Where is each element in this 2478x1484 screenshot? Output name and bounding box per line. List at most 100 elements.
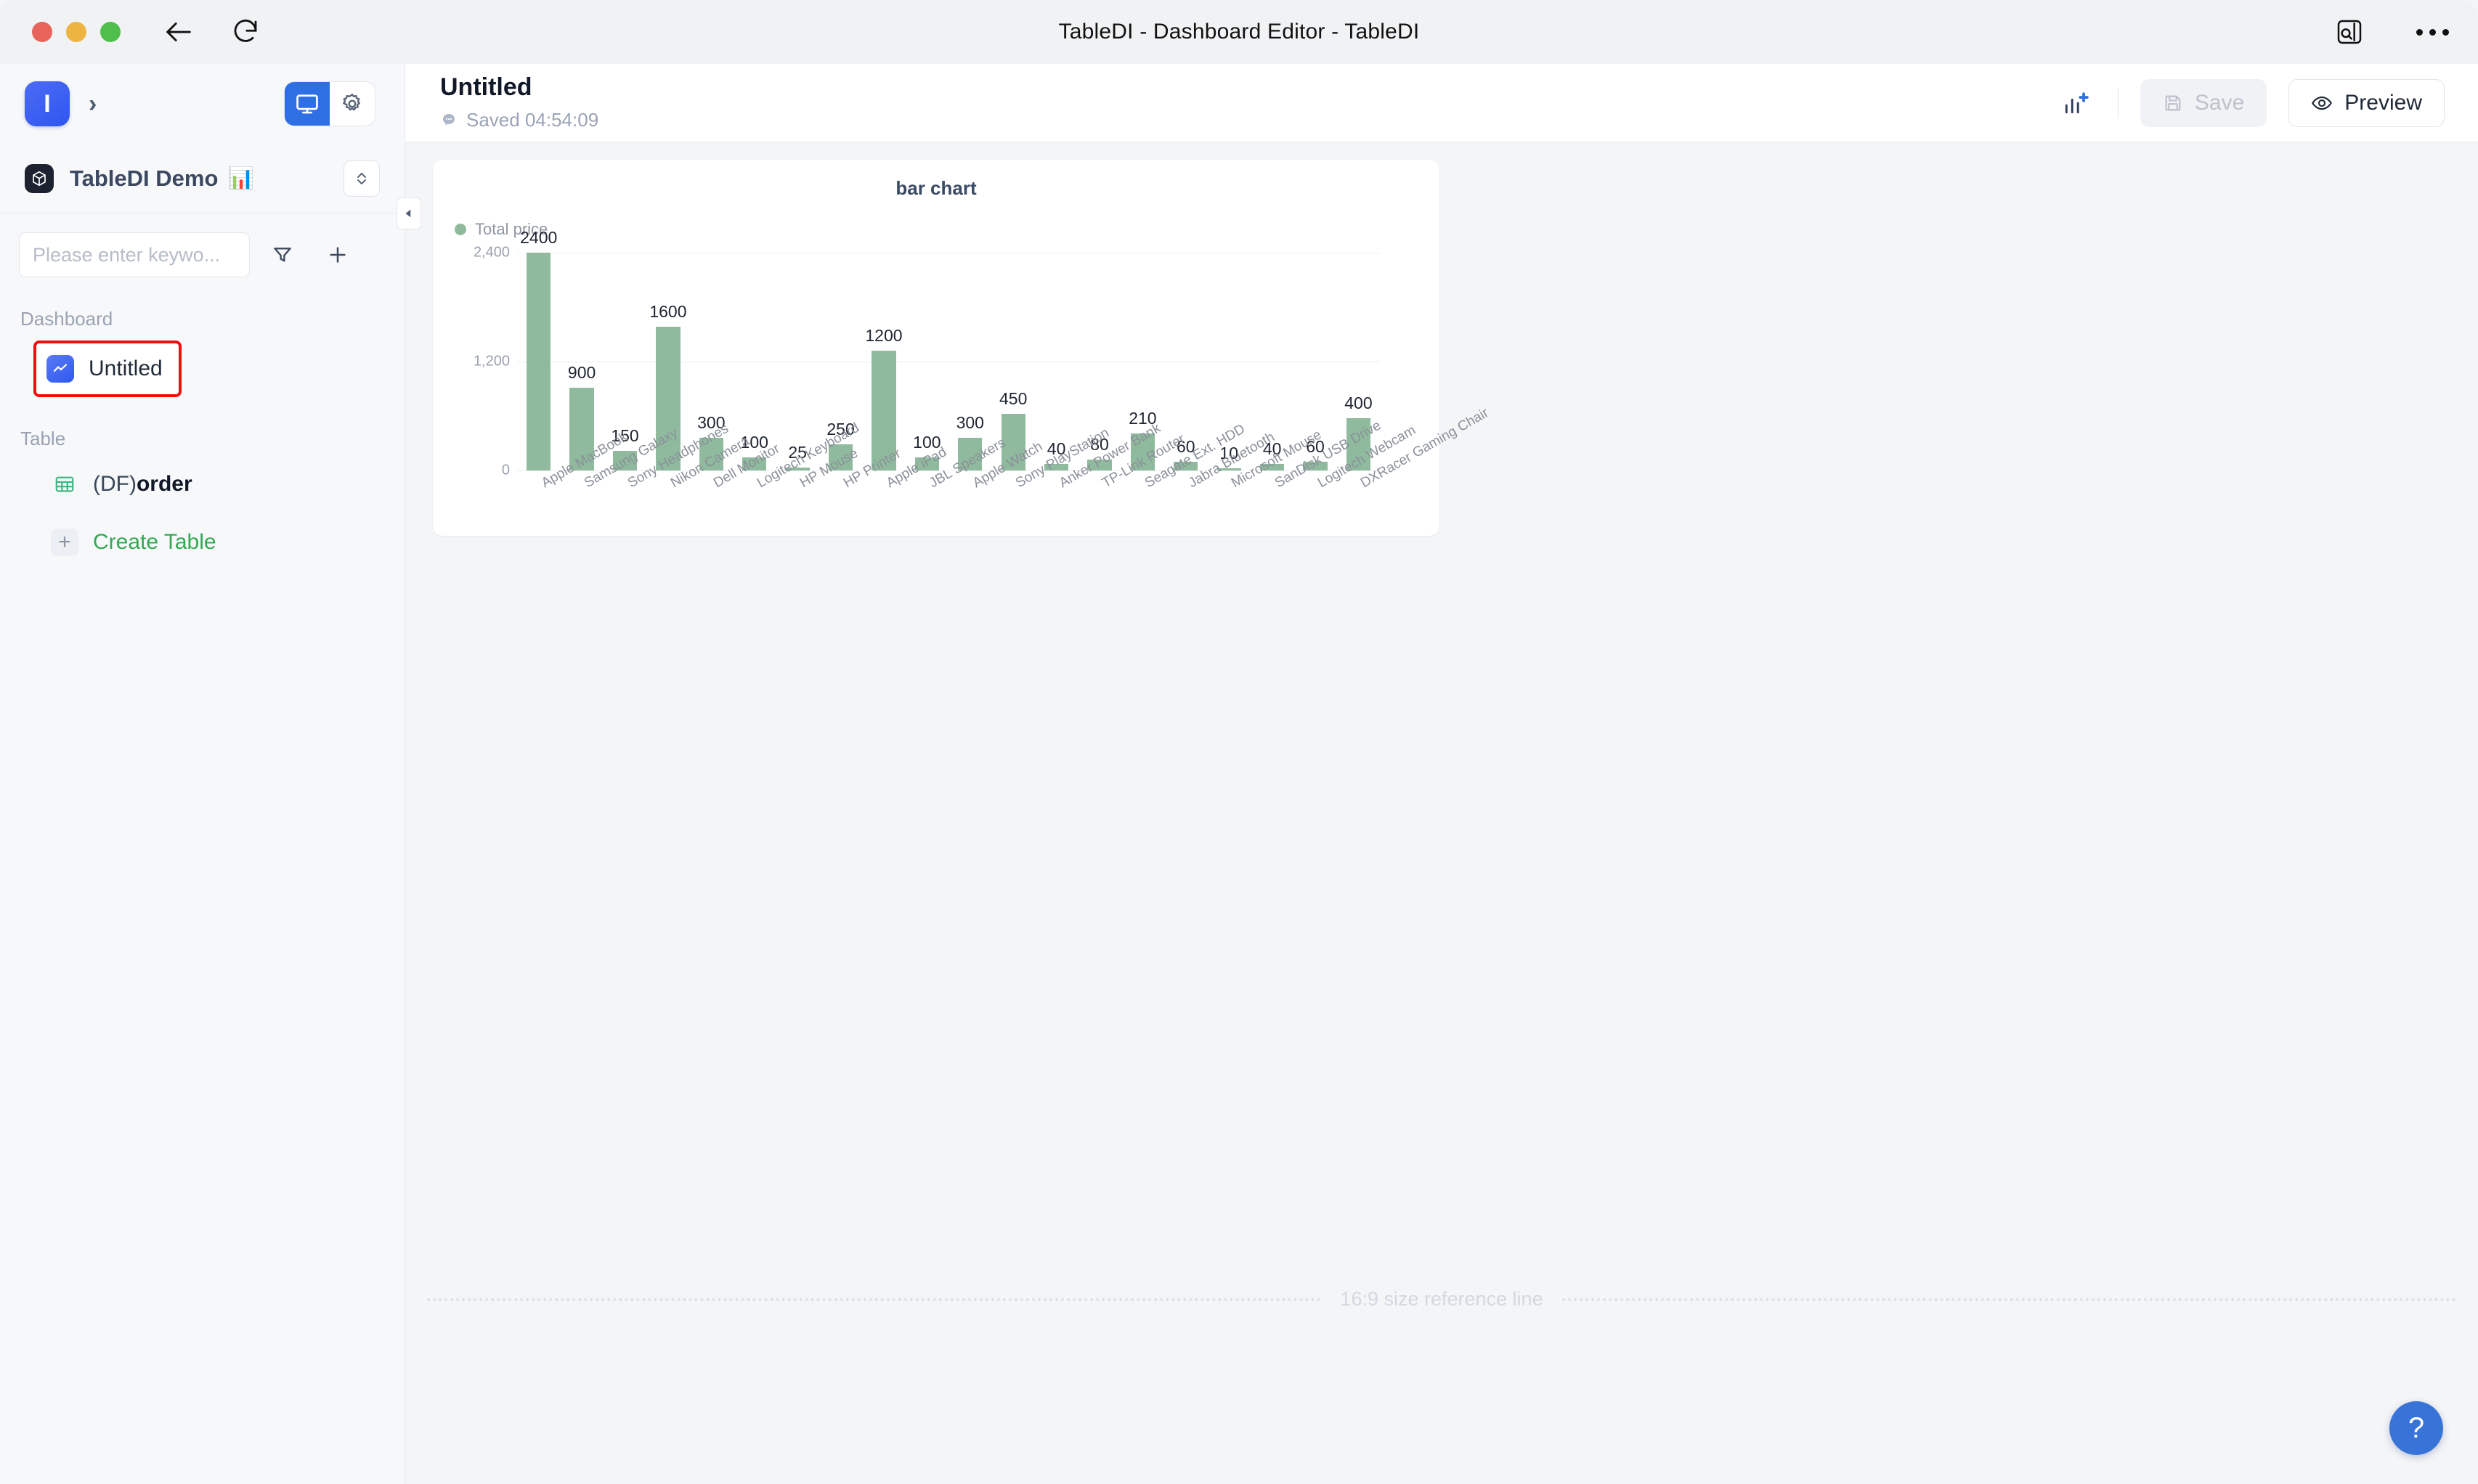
df-prefix-label: (DF) [93, 472, 137, 496]
window-title: TableDI - Dashboard Editor - TableDI [1058, 20, 1420, 44]
sidebar-item-untitled-dashboard[interactable]: Untitled [33, 341, 182, 397]
x-axis-tick: Sony Headphones [604, 421, 731, 558]
window-chrome-actions [2331, 0, 2449, 64]
chart-bar[interactable]: 1200 [862, 253, 905, 470]
x-axis-tick: Apple MacBook [517, 429, 630, 558]
sidebar: I › TableDI Demo 📊 Please enter keywo...… [0, 64, 405, 1484]
create-table-label: Create Table [93, 530, 216, 554]
app-body: I › TableDI Demo 📊 Please enter keywo...… [0, 64, 2478, 1484]
bar-value-label: 900 [567, 363, 596, 382]
x-axis-tick: TP-Link Router [1078, 431, 1187, 558]
plus-icon[interactable] [315, 232, 360, 277]
sidebar-search-row [0, 213, 405, 277]
chart-line-icon [46, 355, 74, 383]
more-options-icon[interactable] [2416, 28, 2449, 36]
filter-icon[interactable] [260, 232, 305, 277]
x-axis-tick: Anker Power Bank [1035, 420, 1163, 558]
y-axis-tick: 0 [501, 462, 510, 478]
dashboard-canvas[interactable]: bar chart Total price 0 1,200 2,400 2400 90… [405, 142, 2478, 1484]
bar-chart-emoji-icon: 📊 [228, 166, 255, 190]
chevron-right-icon[interactable]: › [89, 91, 97, 116]
x-axis-tick: JBL Speakers [906, 435, 1008, 558]
preview-button[interactable]: Preview [2288, 78, 2445, 127]
header-divider [2117, 87, 2119, 118]
saved-status: Saved 04:54:09 [440, 109, 598, 131]
saved-text: Saved 04:54:09 [466, 108, 599, 131]
search-box [19, 232, 250, 277]
y-axis-tick: 1,200 [473, 353, 510, 370]
workspace-avatar[interactable]: I [25, 81, 70, 126]
x-axis-tick: Sony PlayStation [991, 425, 1112, 558]
x-axis-tick: HP Printer [819, 446, 903, 558]
cube-icon [25, 163, 54, 193]
x-axis-tick: Microsoft Mouse [1208, 427, 1324, 558]
project-name: TableDI Demo [70, 165, 219, 191]
reference-dash-left [427, 1297, 1322, 1301]
chart-bars: 2400 900 150 1600 300 100 25 250 1200 100 300 450 40… [517, 228, 1380, 470]
eye-icon [2312, 96, 2333, 110]
project-row[interactable]: TableDI Demo 📊 [0, 144, 405, 213]
add-chart-icon[interactable] [2055, 83, 2096, 123]
chart-bar[interactable]: 100 [906, 253, 948, 470]
bar-value-label: 2400 [520, 228, 558, 247]
x-axis-tick: Jabra Bluetooth [1164, 429, 1277, 558]
bar-rect [527, 253, 551, 470]
reference-line-label: 16:9 size reference line [1340, 1288, 1543, 1310]
cloud-saved-icon [443, 114, 455, 126]
sidebar-item-label: Untitled [89, 356, 163, 380]
window-titlebar: TableDI - Dashboard Editor - TableDI [0, 0, 2478, 64]
sidebar-item-df-order[interactable]: (DF)order [39, 460, 204, 508]
editor-header-actions: Save Preview [2055, 78, 2445, 127]
save-label: Save [2194, 90, 2245, 115]
question-mark-icon: ? [2408, 1411, 2425, 1444]
aspect-ratio-reference-line: 16:9 size reference line [427, 1288, 2457, 1310]
chart-y-axis: 0 1,200 2,400 [447, 245, 510, 478]
sidebar-workspace-row: I › [0, 64, 405, 144]
x-axis-tick: Nikon Camera [646, 433, 752, 558]
x-axis-tick: Logitech Keyboard [733, 420, 862, 558]
chart-widget[interactable]: bar chart Total price 0 1,200 2,400 2400 90… [433, 160, 1492, 536]
x-axis-tick: Apple iPad [862, 444, 949, 558]
chart-title: bar chart [895, 177, 977, 199]
search-panel-icon[interactable] [2331, 13, 2368, 51]
legend-color-swatch [455, 224, 466, 235]
bar-value-label: 1600 [649, 302, 687, 321]
monitor-icon[interactable] [285, 82, 330, 126]
editor-title-block: Untitled Saved 04:54:09 [440, 73, 598, 131]
chart-legend[interactable]: Total price [455, 220, 1439, 239]
search-input[interactable] [20, 233, 249, 277]
page-title[interactable]: Untitled [440, 73, 598, 101]
main-area: Untitled Saved 04:54:09 Save Preview bar… [405, 64, 2478, 1484]
x-axis-tick: HP Mouse [776, 446, 861, 558]
x-axis-tick: Logitech Webcam [1293, 423, 1418, 558]
chart-bar[interactable]: 300 [948, 253, 991, 470]
x-axis-tick: SanDisk USB Drive [1251, 418, 1384, 558]
save-button[interactable]: Save [2140, 78, 2267, 127]
project-switcher-button[interactable] [344, 160, 380, 197]
bar-value-label: 300 [956, 413, 984, 432]
chart-bar[interactable]: 2400 [517, 228, 560, 470]
sidebar-collapse-handle[interactable] [397, 197, 421, 229]
gear-icon[interactable] [330, 82, 375, 126]
chart-bar[interactable]: 900 [560, 253, 603, 470]
chart-bar[interactable]: 25 [776, 253, 818, 470]
table-grid-icon [51, 470, 78, 498]
editor-header: Untitled Saved 04:54:09 Save Preview [405, 64, 2478, 142]
chart-plot-area: 0 1,200 2,400 2400 900 150 1600 300 100 25 250 120… [433, 228, 1492, 529]
x-axis-tick: Samsung Galaxy [560, 425, 681, 558]
table-name-label: order [136, 472, 192, 496]
x-axis-tick: Dell Monitor [690, 441, 782, 558]
bar-value-label: 450 [999, 389, 1028, 408]
sidebar-item-create-table[interactable]: + Create Table [39, 518, 228, 566]
preview-label: Preview [2344, 90, 2422, 115]
chart-bar[interactable]: 40 [1035, 253, 1078, 470]
x-axis-tick: DXRacer Gaming Chair [1337, 405, 1491, 558]
bar-value-label: 1200 [865, 326, 903, 345]
section-label-dashboard: Dashboard [20, 308, 113, 330]
y-axis-tick: 2,400 [473, 244, 510, 261]
chart-x-axis: Apple MacBook Samsung Galaxy Sony Headphon… [517, 405, 1492, 558]
view-toggle-group [284, 81, 375, 126]
help-button[interactable]: ? [2389, 1401, 2443, 1455]
reference-dash-right [1561, 1297, 2457, 1301]
plus-icon: + [51, 529, 78, 556]
